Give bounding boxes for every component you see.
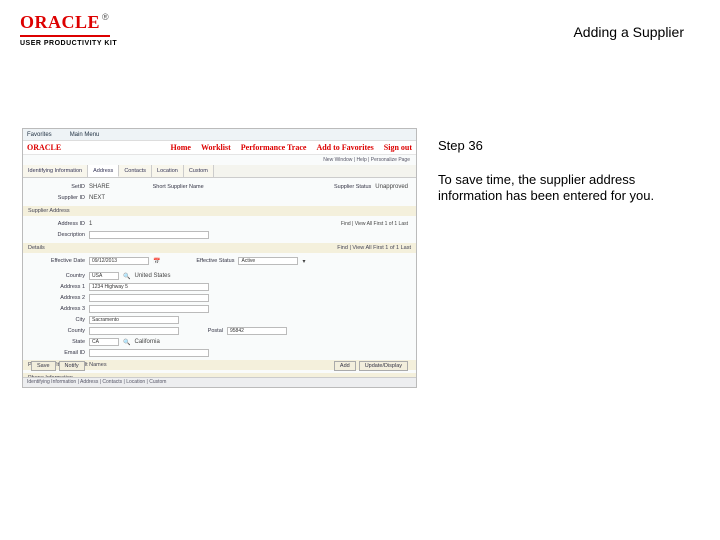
supplier-name-label: Short Supplier Name — [114, 184, 204, 190]
description-input — [89, 231, 209, 239]
addr2-input — [89, 294, 209, 302]
email-input — [89, 349, 209, 357]
nav-trace: Performance Trace — [241, 143, 307, 152]
effst-label: Effective Status — [164, 258, 234, 264]
tab-contacts: Contacts — [119, 165, 152, 177]
app-header: ORACLE Home Worklist Performance Trace A… — [23, 141, 416, 155]
app-screenshot: Favorites Main Menu ORACLE Home Worklist… — [22, 128, 417, 388]
supplier-status-label: Supplier Status — [281, 184, 371, 190]
tab-location: Location — [152, 165, 184, 177]
email-label: Email ID — [31, 350, 85, 356]
step-description: To save time, the supplier address infor… — [438, 172, 688, 205]
footer-buttons: Save Notify Add Update/Display — [31, 361, 408, 371]
addr2-label: Address 2 — [31, 295, 85, 301]
effdt-label: Effective Date — [31, 258, 85, 264]
city-input: Sacramento — [89, 316, 179, 324]
trademark-icon: ® — [102, 12, 109, 22]
lookup-icon: 🔍 — [123, 273, 130, 280]
postal-label: Postal — [183, 328, 223, 334]
country-input: USA — [89, 272, 119, 280]
header-nav: Home Worklist Performance Trace Add to F… — [171, 143, 412, 152]
addr1-input: 1234 Highway 5 — [89, 283, 209, 291]
nav-home: Home — [171, 143, 191, 152]
notify-button: Notify — [59, 361, 85, 371]
setid-label: SetID — [31, 184, 85, 190]
postal-input: 95842 — [227, 327, 287, 335]
details-header: DetailsFind | View All First 1 of 1 Last — [23, 243, 416, 253]
supplier-id-value: NEXT — [89, 195, 105, 201]
nav-favorites: Add to Favorites — [316, 143, 373, 152]
brand-text: ORACLE — [20, 12, 100, 32]
state-label: State — [31, 339, 85, 345]
nav-worklist: Worklist — [201, 143, 231, 152]
tab-identifying: Identifying Information — [23, 165, 88, 177]
tab-custom: Custom — [184, 165, 214, 177]
setid-value: SHARE — [89, 184, 110, 190]
brand-underline — [20, 35, 110, 37]
add-button: Add — [334, 361, 356, 371]
breadcrumb-item: Main Menu — [70, 132, 100, 138]
country-name: United States — [134, 273, 170, 279]
address-id-value: 1 — [89, 221, 92, 227]
kit-label: USER PRODUCTIVITY KIT — [20, 40, 117, 47]
addr3-input — [89, 305, 209, 313]
calendar-icon: 📅 — [153, 258, 160, 265]
tab-address: Address — [88, 165, 119, 177]
step-label: Step 36 — [438, 138, 483, 153]
app-brand: ORACLE — [27, 143, 61, 152]
description-label: Description — [31, 232, 85, 238]
breadcrumb-item: Favorites — [27, 132, 52, 138]
county-label: County — [31, 328, 85, 334]
address-id-label: Address ID — [31, 221, 85, 227]
state-name: California — [134, 339, 159, 345]
update-button: Update/Display — [359, 361, 408, 371]
page-title: Adding a Supplier — [573, 24, 684, 40]
breadcrumb-bar: Favorites Main Menu — [23, 129, 416, 141]
page-tools: New Window | Help | Personalize Page — [23, 155, 416, 165]
nav-small2: Find | View All First 1 of 1 Last — [337, 243, 411, 253]
state-input: CA — [89, 338, 119, 346]
addr1-label: Address 1 — [31, 284, 85, 290]
supplier-id-label: Supplier ID — [31, 195, 85, 201]
supplier-status-value: Unapproved — [375, 184, 408, 190]
supplier-address-header: Supplier Address — [23, 206, 416, 216]
tab-strip: Identifying Information Address Contacts… — [23, 165, 416, 178]
chevron-down-icon: ▾ — [302, 258, 305, 265]
county-input — [89, 327, 179, 335]
nav-signout: Sign out — [384, 143, 412, 152]
save-button: Save — [31, 361, 56, 371]
city-label: City — [31, 317, 85, 323]
effdt-input: 09/12/2013 — [89, 257, 149, 265]
nav-small: Find | View All First 1 of 1 Last — [341, 221, 408, 227]
lookup-icon: 🔍 — [123, 339, 130, 346]
status-bar: Identifying Information | Address | Cont… — [23, 377, 416, 387]
oracle-logo: ORACLE® USER PRODUCTIVITY KIT — [20, 12, 117, 47]
country-label: Country — [31, 273, 85, 279]
effst-input: Active — [238, 257, 298, 265]
addr3-label: Address 3 — [31, 306, 85, 312]
